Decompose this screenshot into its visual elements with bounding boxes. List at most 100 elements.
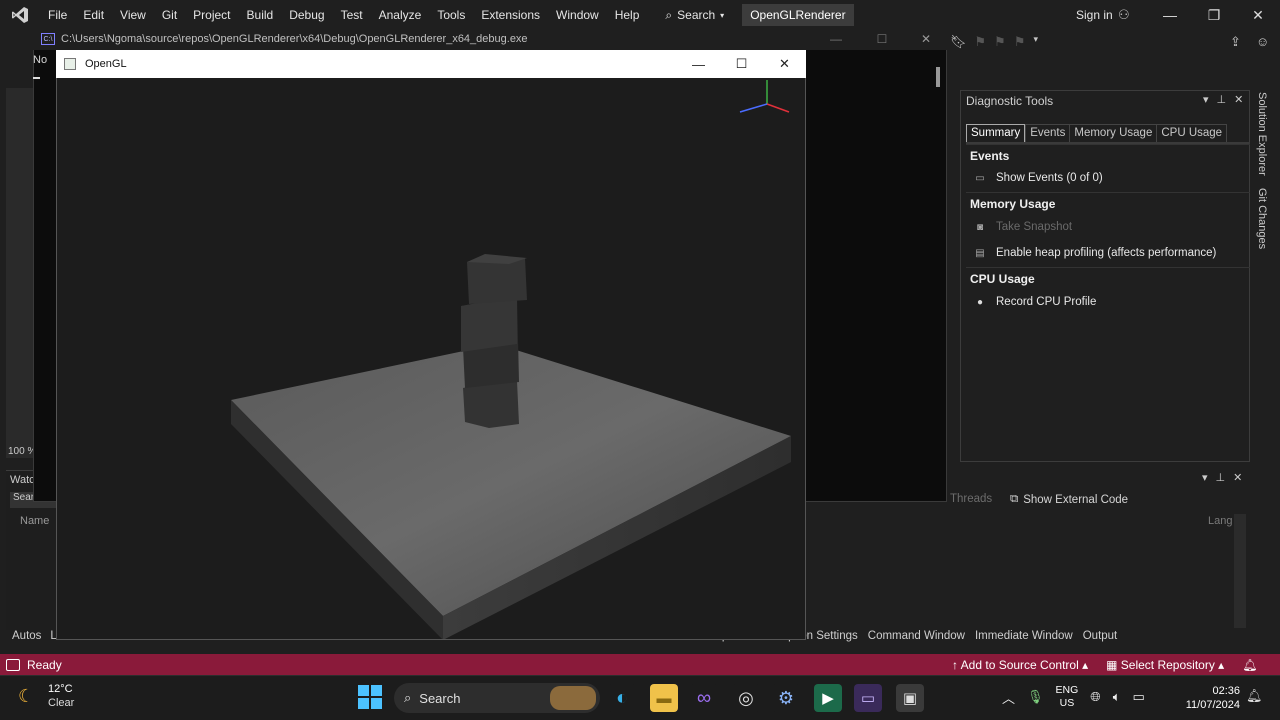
menu-git[interactable]: Git — [154, 0, 185, 30]
weather-temperature: 12°C — [48, 683, 73, 695]
take-snapshot-label: Take Snapshot — [996, 221, 1073, 233]
sign-in-link[interactable]: Sign in — [1076, 0, 1113, 30]
bookmark-icon[interactable]: 🔖︎ — [950, 34, 967, 50]
volume-icon[interactable]: 🔈︎ — [1113, 689, 1121, 705]
chevron-up-icon[interactable]: ︿ — [1002, 688, 1015, 707]
menu-build[interactable]: Build — [239, 0, 282, 30]
tab-immediate-window[interactable]: Immediate Window — [975, 630, 1073, 642]
tab-cpu-usage[interactable]: CPU Usage — [1156, 124, 1228, 143]
menu-edit[interactable]: Edit — [75, 0, 112, 30]
network-globe-icon[interactable]: 🌐︎ — [1090, 689, 1100, 705]
opengl-close-icon[interactable]: ✕ — [763, 50, 806, 78]
tab-solution-explorer[interactable]: Solution Explorer — [1256, 92, 1268, 176]
pycharm-icon[interactable]: ▶ — [814, 684, 842, 712]
opengl-render-viewport[interactable] — [57, 78, 805, 639]
select-repository-button[interactable]: ▦ Select Repository ▴ — [1106, 658, 1224, 672]
taskbar-search-label: Search — [419, 690, 461, 706]
pin-icon[interactable]: ⊥ — [1216, 471, 1226, 484]
moon-icon: ☾ — [18, 686, 35, 706]
bookmark-prev-icon[interactable]: ⚑ — [975, 34, 987, 50]
edge-icon[interactable]: ◐ — [608, 684, 636, 712]
show-events-button[interactable]: ▭ Show Events (0 of 0) — [974, 168, 1103, 188]
diagnostic-tabs: Summary Events Memory Usage CPU Usage — [966, 124, 1228, 143]
show-events-label: Show Events (0 of 0) — [996, 172, 1103, 184]
record-icon: ● — [976, 296, 984, 308]
menu-debug[interactable]: Debug — [281, 0, 332, 30]
tab-summary[interactable]: Summary — [966, 124, 1026, 143]
menu-file[interactable]: File — [40, 0, 75, 30]
restore-icon[interactable]: ❐ — [1192, 0, 1236, 30]
windows-start-button[interactable] — [358, 685, 382, 709]
bottom-scrollbar[interactable] — [1234, 514, 1246, 628]
vs-search-button[interactable]: ⌕ Search ▾ — [655, 4, 734, 26]
menu-analyze[interactable]: Analyze — [371, 0, 430, 30]
menu-tools[interactable]: Tools — [429, 0, 473, 30]
events-heading: Events — [966, 144, 1250, 166]
account-icon[interactable]: ⚇ — [1118, 7, 1134, 23]
notification-bell-icon[interactable]: 🔔︎ — [1246, 688, 1263, 704]
show-external-code-button[interactable]: ⧉ Show External Code — [1010, 493, 1128, 506]
menu-view[interactable]: View — [112, 0, 154, 30]
menu-test[interactable]: Test — [333, 0, 371, 30]
menu-project[interactable]: Project — [185, 0, 238, 30]
close-icon[interactable]: ✕ — [1234, 93, 1243, 106]
terminal-icon[interactable]: ▭ — [854, 684, 882, 712]
select-repository-label: Select Repository — [1120, 657, 1215, 672]
menu-extensions[interactable]: Extensions — [473, 0, 548, 30]
console-cursor — [33, 77, 40, 79]
dropdown-icon[interactable]: ▾ — [1203, 93, 1209, 106]
pin-icon[interactable]: ⊥ — [1217, 93, 1227, 106]
tab-git-changes[interactable]: Git Changes — [1256, 188, 1268, 249]
bookmark-next-icon[interactable]: ⚑ — [994, 34, 1006, 50]
record-cpu-profile-label: Record CPU Profile — [996, 296, 1097, 308]
opengl-minimize-icon[interactable]: — — [677, 50, 720, 78]
notifications-bell-icon[interactable]: 🔔︎ — [1242, 658, 1257, 672]
microphone-icon[interactable]: 🎙︎ — [1027, 689, 1044, 705]
tab-events[interactable]: Events — [1025, 124, 1070, 143]
console-close-icon[interactable]: ✕ — [904, 28, 948, 50]
stacked-cubes — [461, 254, 527, 428]
console-scrollbar[interactable] — [936, 67, 940, 87]
visual-studio-icon[interactable]: ∞ — [690, 684, 718, 712]
opengl-maximize-icon[interactable]: ☐ — [720, 50, 763, 78]
github-desktop-icon[interactable]: ◎ — [732, 684, 760, 712]
weather-widget[interactable]: ☾ 12°C Clear — [18, 682, 74, 710]
bookmark-clear-icon[interactable]: ⚑ — [1014, 34, 1026, 50]
add-source-control-button[interactable]: ↑ Add to Source Control ▴ — [952, 658, 1088, 672]
memory-usage-heading: Memory Usage — [966, 192, 1250, 214]
settings-gear-icon[interactable]: ⚙ — [772, 684, 800, 712]
console-maximize-icon[interactable]: ☐ — [860, 28, 904, 50]
menu-help[interactable]: Help — [607, 0, 648, 30]
status-icon — [6, 658, 20, 671]
menu-window[interactable]: Window — [548, 0, 607, 30]
tab-output[interactable]: Output — [1083, 630, 1118, 642]
taskbar-search-box[interactable]: ⌕ Search — [394, 683, 600, 713]
clock[interactable]: 02:36 11/07/2024 — [1176, 684, 1240, 712]
record-cpu-profile-button[interactable]: ● Record CPU Profile — [974, 292, 1096, 312]
external-code-icon: ⧉ — [1010, 493, 1019, 505]
console-minimize-icon[interactable]: — — [814, 28, 858, 50]
tab-command-window[interactable]: Command Window — [868, 630, 965, 642]
close-icon[interactable]: ✕ — [1233, 471, 1242, 484]
minimize-icon[interactable]: — — [1148, 0, 1192, 30]
system-tray: ︿ 🎙︎ ENG US 🌐︎ 🔈︎ ▭ — [1002, 684, 1145, 710]
opengl-app-taskbar-icon[interactable]: ▣ — [896, 684, 924, 712]
add-source-control-label: Add to Source Control — [960, 657, 1079, 672]
search-icon: ⌕ — [665, 7, 673, 22]
battery-icon[interactable]: ▭ — [1133, 689, 1145, 705]
take-snapshot-button[interactable]: ◙ Take Snapshot — [974, 217, 1072, 237]
file-explorer-icon[interactable]: ▬ — [650, 684, 678, 712]
close-icon[interactable]: ✕ — [1236, 0, 1280, 30]
tab-memory-usage[interactable]: Memory Usage — [1069, 124, 1157, 143]
tab-autos[interactable]: Autos — [12, 630, 41, 642]
console-titlebar[interactable]: C:\ C:\Users\Ngoma\source\repos\OpenGLRe… — [33, 28, 947, 50]
dropdown-icon[interactable]: ▾ — [1202, 471, 1208, 484]
feedback-icon[interactable]: ☺ — [1256, 34, 1269, 49]
input-language[interactable]: ENG US — [1056, 684, 1079, 710]
toolbar-overflow-icon[interactable]: ▾ — [1033, 34, 1038, 50]
visual-studio-logo-icon[interactable] — [0, 0, 40, 30]
threads-label[interactable]: Threads — [950, 493, 992, 505]
share-icon[interactable]: ⇪ — [1230, 34, 1241, 50]
weather-condition: Clear — [48, 697, 75, 709]
heap-profiling-button[interactable]: ▤ Enable heap profiling (affects perform… — [974, 243, 1216, 263]
